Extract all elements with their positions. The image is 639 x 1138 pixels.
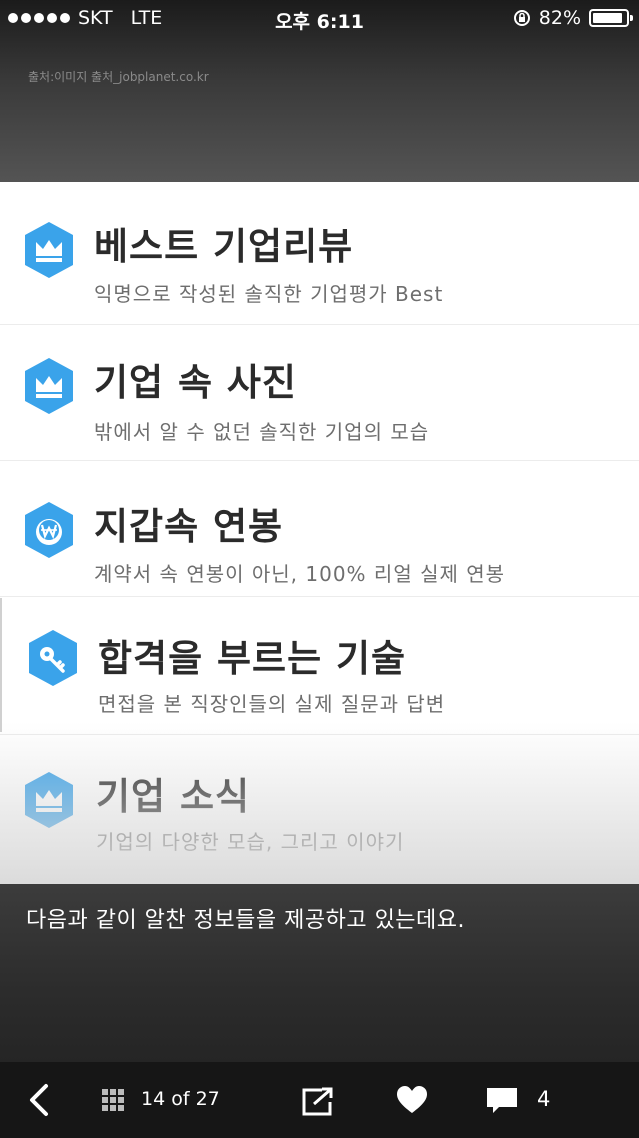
item-divider bbox=[0, 734, 639, 735]
crown-icon bbox=[25, 772, 73, 828]
grid-view-icon[interactable] bbox=[102, 1089, 124, 1111]
feature-item-company-news: 기업 소식 기업의 다양한 모습, 그리고 이야기 bbox=[0, 736, 639, 872]
item-divider bbox=[0, 596, 639, 597]
image-source-note: 출처:이미지 출처_jobplanet.co.kr bbox=[28, 70, 209, 84]
status-bar: SKT LTE 오후 6:11 82% bbox=[0, 0, 639, 36]
feature-item-salary: 지갑속 연봉 계약서 속 연봉이 아닌, 100% 리얼 실제 연봉 bbox=[0, 462, 639, 598]
comment-count: 4 bbox=[537, 1087, 551, 1111]
key-icon bbox=[29, 630, 77, 686]
feature-item-interview: 합격을 부르는 기술 면접을 본 직장인들의 실제 질문과 답변 bbox=[0, 598, 639, 734]
feature-description: 계약서 속 연봉이 아닌, 100% 리얼 실제 연봉 bbox=[94, 562, 506, 586]
status-right: 82% bbox=[513, 7, 633, 29]
bottom-toolbar: 14 of 27 4 bbox=[0, 1062, 639, 1138]
share-icon[interactable] bbox=[302, 1086, 334, 1116]
feature-title: 베스트 기업리뷰 bbox=[94, 225, 354, 268]
feature-item-best-review: 베스트 기업리뷰 익명으로 작성된 솔직한 기업평가 Best bbox=[0, 186, 639, 322]
rotation-lock-icon bbox=[513, 10, 530, 26]
feature-description: 익명으로 작성된 솔직한 기업평가 Best bbox=[94, 282, 444, 306]
feature-description: 면접을 본 직장인들의 실제 질문과 답변 bbox=[98, 692, 446, 716]
crown-icon bbox=[25, 358, 73, 414]
battery-percent: 82% bbox=[538, 7, 581, 29]
feature-title: 지갑속 연봉 bbox=[94, 505, 284, 548]
heart-icon[interactable] bbox=[396, 1085, 428, 1115]
feature-title: 기업 속 사진 bbox=[94, 361, 297, 404]
comment-icon[interactable] bbox=[486, 1086, 518, 1116]
crown-icon bbox=[25, 222, 73, 278]
feature-title: 합격을 부르는 기술 bbox=[98, 637, 407, 680]
feature-card: 베스트 기업리뷰 익명으로 작성된 솔직한 기업평가 Best 기업 속 사진 … bbox=[0, 182, 639, 886]
battery-icon bbox=[589, 9, 633, 27]
won-coin-icon bbox=[25, 502, 73, 558]
left-accent-line bbox=[0, 598, 2, 732]
slide-caption: 다음과 같이 알찬 정보들을 제공하고 있는데요. bbox=[26, 908, 466, 933]
feature-item-company-photos: 기업 속 사진 밖에서 알 수 없던 솔직한 기업의 모습 bbox=[0, 326, 639, 462]
feature-description: 밖에서 알 수 없던 솔직한 기업의 모습 bbox=[94, 420, 430, 444]
item-divider bbox=[0, 324, 639, 325]
page-indicator[interactable]: 14 of 27 bbox=[141, 1088, 220, 1110]
back-arrow-icon[interactable] bbox=[22, 1080, 58, 1120]
feature-title: 기업 소식 bbox=[96, 775, 251, 818]
item-divider bbox=[0, 460, 639, 461]
feature-description: 기업의 다양한 모습, 그리고 이야기 bbox=[96, 830, 405, 854]
